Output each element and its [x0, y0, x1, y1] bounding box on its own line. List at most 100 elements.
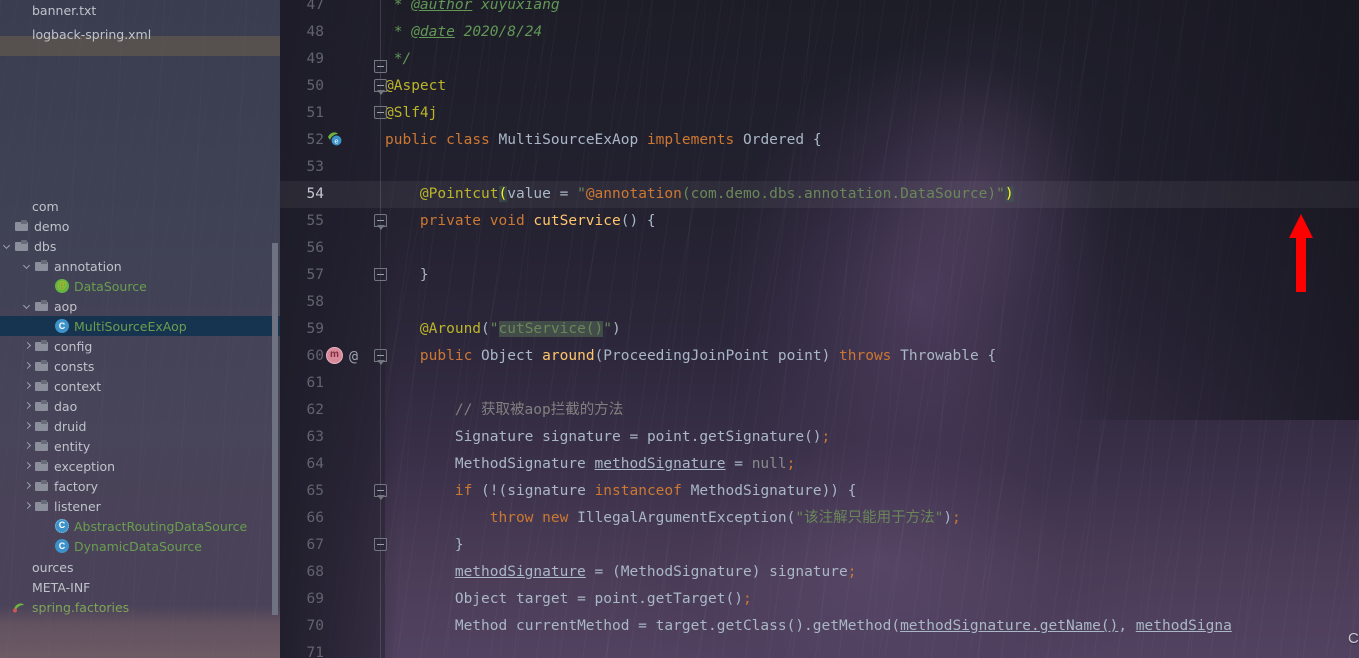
tree-item-druid[interactable]: druid [0, 416, 280, 436]
tree-item-entity[interactable]: entity [0, 436, 280, 456]
tree-item-config[interactable]: config [0, 336, 280, 356]
code-line[interactable]: 62 // 获取被aop拦截的方法 [280, 397, 1359, 424]
line-content: } [454, 537, 464, 553]
code-line[interactable]: 65 if (!(signature instanceof MethodSign… [280, 478, 1359, 505]
code-line[interactable]: 53 [280, 154, 1359, 181]
code-line[interactable]: 71 [280, 640, 1359, 658]
project-tree-panel[interactable]: banner.txt logback-spring.xml com demo dbs an… [0, 0, 280, 658]
chevron-right-icon[interactable] [22, 421, 33, 432]
tree-item-datasource[interactable]: @ DataSource [0, 276, 280, 296]
line-number: 66 [306, 510, 324, 526]
tree-item-ources[interactable]: ources [0, 557, 280, 577]
code-line[interactable]: 60 public Object around(ProceedingJoinPo… [280, 343, 1359, 370]
code-editor[interactable]: 47 * @author xuyuxiang 48 * @date 2020/8/… [280, 0, 1359, 658]
annotation-at-icon[interactable]: @ [349, 347, 358, 365]
chevron-right-icon[interactable] [22, 401, 33, 412]
chevron-right-icon[interactable] [22, 381, 33, 392]
code-line[interactable]: 64 MethodSignature methodSignature = nul… [280, 451, 1359, 478]
code-line[interactable]: 67 } [280, 532, 1359, 559]
line-number: 54 [306, 186, 324, 202]
code-line[interactable]: 59 @Around("cutService()") [280, 316, 1359, 343]
fold-marker-javadoc-end[interactable] [374, 60, 387, 73]
spring-bean-icon[interactable]: e [327, 131, 343, 147]
tree-item-annotation[interactable]: annotation [0, 256, 280, 276]
line-number: 55 [306, 213, 324, 229]
line-content: */ [385, 51, 412, 67]
tree-item-dbs[interactable]: dbs [0, 236, 280, 256]
tree-item-dao[interactable]: dao [0, 396, 280, 416]
tree-no-chevron [0, 29, 11, 40]
override-method-icon[interactable]: m [326, 347, 343, 364]
fold-marker-around-start[interactable] [374, 349, 387, 365]
tree-item-multisourceexaop[interactable]: C MultiSourceExAop [0, 316, 280, 336]
line-number: 62 [306, 402, 324, 418]
fold-marker-if-start[interactable] [374, 484, 387, 500]
code-line[interactable]: 66 throw new IllegalArgumentException("该… [280, 505, 1359, 532]
sidebar-scrollbar[interactable] [272, 243, 278, 615]
tree-item-listener[interactable]: listener [0, 496, 280, 516]
tree-item-com[interactable]: com [0, 196, 280, 216]
fold-marker-cutservice-end[interactable] [374, 268, 387, 281]
tree-item-meta-inf[interactable]: META-INF [0, 577, 280, 597]
line-number: 57 [306, 267, 324, 283]
code-line[interactable]: 58 [280, 289, 1359, 316]
chevron-down-icon[interactable] [2, 241, 13, 252]
tree-item-aop[interactable]: aop [0, 296, 280, 316]
folder-icon [15, 240, 29, 252]
chevron-right-icon[interactable] [22, 461, 33, 472]
svg-text:e: e [334, 137, 338, 146]
code-line[interactable]: 50 @Aspect [280, 73, 1359, 100]
folder-icon [35, 420, 49, 432]
chevron-right-icon[interactable] [22, 501, 33, 512]
tree-item-banner-txt[interactable]: banner.txt [0, 0, 280, 20]
code-line[interactable]: 63 Signature signature = point.getSignat… [280, 424, 1359, 451]
tree-item-context[interactable]: context [0, 376, 280, 396]
code-line[interactable]: 69 Object target = point.getTarget(); [280, 586, 1359, 613]
chevron-right-icon[interactable] [22, 361, 33, 372]
code-line[interactable]: 57 } [280, 262, 1359, 289]
code-line[interactable]: 70 Method currentMethod = target.getClas… [280, 613, 1359, 640]
line-number: 47 [306, 0, 324, 13]
tree-item-consts[interactable]: consts [0, 356, 280, 376]
code-line[interactable]: 54 @Pointcut(value = "@annotation(com.de… [280, 181, 1359, 208]
code-line[interactable]: 49 */ [280, 46, 1359, 73]
chevron-down-icon[interactable] [22, 301, 33, 312]
code-line[interactable]: 51 @Slf4j [280, 100, 1359, 127]
line-number: 49 [306, 51, 324, 67]
tree-item-spring-factories[interactable]: spring.factories [0, 597, 280, 617]
tree-item-label: aop [54, 298, 78, 314]
tree-item-exception[interactable]: exception [0, 456, 280, 476]
tree-item-label: druid [54, 418, 87, 434]
folder-icon [35, 400, 49, 412]
line-number: 71 [306, 645, 324, 658]
fold-marker-annotations-start[interactable] [374, 79, 387, 95]
tree-item-abstractroutingdatasource[interactable]: C AbstractRoutingDataSource [0, 516, 280, 536]
chevron-down-icon[interactable] [22, 261, 33, 272]
fold-marker-if-end[interactable] [374, 538, 387, 551]
code-line[interactable]: 47 * @author xuyuxiang [280, 0, 1359, 19]
chevron-right-icon[interactable] [22, 481, 33, 492]
tree-no-icon [13, 581, 27, 593]
line-content: private void cutService() { [419, 213, 656, 229]
code-line[interactable]: 68 methodSignature = (MethodSignature) s… [280, 559, 1359, 586]
tree-no-chevron [0, 602, 11, 613]
fold-marker-cutservice-start[interactable] [374, 214, 387, 230]
code-line[interactable]: 56 [280, 235, 1359, 262]
code-line[interactable]: 61 [280, 370, 1359, 397]
tree-item-label: context [54, 378, 102, 394]
line-number: 65 [306, 483, 324, 499]
line-number: 52 [306, 132, 324, 148]
tree-item-demo[interactable]: demo [0, 216, 280, 236]
tree-item-label: MultiSourceExAop [74, 318, 187, 334]
tree-item-label: com [32, 198, 59, 214]
tree-item-dynamicdatasource[interactable]: C DynamicDataSource [0, 536, 280, 556]
tree-item-logback-spring-xml[interactable]: logback-spring.xml [0, 24, 280, 44]
code-line[interactable]: 48 * @date 2020/8/24 [280, 19, 1359, 46]
code-line[interactable]: 52 public class MultiSourceExAop implemen… [280, 127, 1359, 154]
chevron-right-icon[interactable] [22, 441, 33, 452]
fold-marker-annotations-end[interactable] [374, 106, 387, 119]
code-line[interactable]: 55 private void cutService() { [280, 208, 1359, 235]
tree-item-factory[interactable]: factory [0, 476, 280, 496]
chevron-right-icon[interactable] [22, 341, 33, 352]
tree-item-label: annotation [54, 258, 122, 274]
